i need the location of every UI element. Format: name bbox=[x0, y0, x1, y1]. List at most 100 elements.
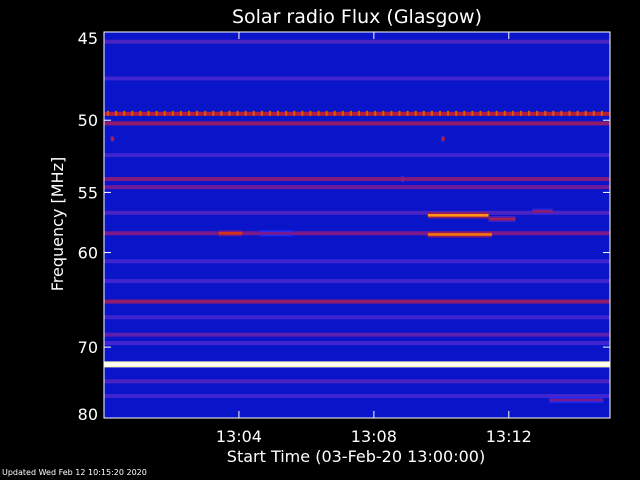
y-tick-label-3: 60 bbox=[78, 244, 98, 263]
emission-event-2 bbox=[488, 217, 516, 221]
periodic-spike-20 bbox=[268, 110, 271, 116]
periodic-spike-38 bbox=[414, 110, 417, 116]
periodic-spike-24 bbox=[301, 110, 304, 116]
periodic-spike-0 bbox=[107, 110, 110, 116]
frequency-band-3 bbox=[104, 121, 610, 126]
periodic-spike-13 bbox=[212, 110, 215, 116]
frequency-band-0 bbox=[104, 39, 610, 44]
periodic-spike-14 bbox=[220, 110, 223, 116]
periodic-spike-61 bbox=[600, 110, 603, 116]
periodic-spike-53 bbox=[536, 110, 539, 116]
periodic-spike-60 bbox=[592, 110, 595, 116]
periodic-spike-18 bbox=[252, 110, 255, 116]
periodic-spike-9 bbox=[179, 110, 182, 116]
periodic-spike-45 bbox=[471, 110, 474, 116]
periodic-spike-8 bbox=[171, 110, 174, 116]
periodic-spike-36 bbox=[398, 110, 401, 116]
spectrogram-svg: Solar radio Flux (Glasgow) 13:04 13:08 13:… bbox=[48, 6, 611, 466]
x-axis-label: Start Time (03-Feb-20 13:00:00) bbox=[227, 447, 485, 466]
periodic-spike-56 bbox=[560, 110, 563, 116]
periodic-spike-27 bbox=[325, 110, 328, 116]
periodic-spike-55 bbox=[552, 110, 555, 116]
periodic-spike-48 bbox=[495, 110, 498, 116]
periodic-spike-32 bbox=[366, 110, 369, 116]
plot-background bbox=[104, 32, 610, 418]
periodic-spike-26 bbox=[317, 110, 320, 116]
periodic-spike-52 bbox=[528, 110, 531, 116]
periodic-spike-54 bbox=[544, 110, 547, 116]
frequency-band-9 bbox=[104, 259, 610, 264]
periodic-spike-43 bbox=[455, 110, 458, 116]
frequency-band-16 bbox=[104, 379, 610, 384]
periodic-spike-46 bbox=[479, 110, 482, 116]
frequency-band-5 bbox=[104, 177, 610, 182]
frequency-band-12 bbox=[104, 315, 610, 320]
frequency-band-13 bbox=[104, 332, 610, 337]
periodic-spike-39 bbox=[422, 110, 425, 116]
x-tick-label-1: 13:08 bbox=[351, 427, 397, 446]
periodic-spike-49 bbox=[503, 110, 506, 116]
periodic-spike-25 bbox=[309, 110, 312, 116]
emission-event-1 bbox=[427, 233, 492, 236]
periodic-spike-5 bbox=[147, 110, 150, 116]
periodic-spike-51 bbox=[519, 110, 522, 116]
frequency-band-1 bbox=[104, 76, 610, 81]
periodic-spike-44 bbox=[463, 110, 466, 116]
periodic-spike-34 bbox=[382, 110, 385, 116]
periodic-spike-50 bbox=[511, 110, 514, 116]
periodic-spike-4 bbox=[139, 110, 142, 116]
periodic-spike-11 bbox=[196, 110, 199, 116]
periodic-spike-28 bbox=[333, 110, 336, 116]
periodic-spike-6 bbox=[155, 110, 158, 116]
periodic-spike-1 bbox=[115, 110, 118, 116]
y-tick-label-1: 50 bbox=[78, 111, 98, 130]
periodic-spike-47 bbox=[487, 110, 490, 116]
emission-event-0 bbox=[427, 213, 489, 217]
emission-event-4 bbox=[259, 231, 293, 235]
periodic-spike-19 bbox=[260, 110, 263, 116]
periodic-spike-2 bbox=[123, 110, 126, 116]
periodic-spike-33 bbox=[374, 110, 377, 116]
periodic-spike-31 bbox=[358, 110, 361, 116]
emission-event-8 bbox=[441, 137, 445, 141]
plot-area bbox=[104, 32, 610, 418]
periodic-spike-58 bbox=[576, 110, 579, 116]
chart-title: Solar radio Flux (Glasgow) bbox=[232, 6, 482, 28]
periodic-spike-3 bbox=[131, 110, 134, 116]
periodic-spike-30 bbox=[349, 110, 352, 116]
x-tick-label-0: 13:04 bbox=[216, 427, 262, 446]
emission-event-3 bbox=[218, 231, 243, 235]
updated-timestamp: Updated Wed Feb 12 10:15:20 2020 bbox=[2, 468, 147, 477]
y-tick-label-0: 45 bbox=[78, 29, 98, 48]
frequency-band-core-15 bbox=[104, 363, 610, 366]
spectrogram-chart: Solar radio Flux (Glasgow) 13:04 13:08 13:… bbox=[0, 0, 640, 480]
periodic-spike-16 bbox=[236, 110, 239, 116]
periodic-spike-37 bbox=[406, 110, 409, 116]
periodic-spike-41 bbox=[438, 110, 441, 116]
frequency-band-17 bbox=[104, 393, 610, 398]
emission-event-6 bbox=[549, 398, 604, 402]
frequency-band-14 bbox=[104, 341, 610, 346]
periodic-spike-29 bbox=[341, 110, 344, 116]
emission-event-5 bbox=[532, 210, 553, 213]
periodic-spike-57 bbox=[568, 110, 571, 116]
frequency-band-8 bbox=[104, 231, 610, 236]
periodic-spike-22 bbox=[285, 110, 288, 116]
x-tick-label-2: 13:12 bbox=[486, 427, 532, 446]
periodic-spike-59 bbox=[584, 110, 587, 116]
periodic-spike-10 bbox=[188, 110, 191, 116]
frequency-band-11 bbox=[104, 299, 610, 304]
periodic-spike-23 bbox=[293, 110, 296, 116]
periodic-spike-15 bbox=[228, 110, 231, 116]
periodic-spike-42 bbox=[447, 110, 450, 116]
frequency-band-10 bbox=[104, 279, 610, 284]
emission-event-7 bbox=[110, 137, 115, 141]
y-axis-label: Frequency [MHz] bbox=[48, 157, 67, 291]
periodic-spike-40 bbox=[430, 110, 433, 116]
periodic-spike-7 bbox=[163, 110, 166, 116]
periodic-spike-12 bbox=[204, 110, 207, 116]
periodic-spike-35 bbox=[390, 110, 393, 116]
periodic-spike-21 bbox=[277, 110, 280, 116]
frequency-band-2 bbox=[104, 111, 610, 116]
periodic-spike-17 bbox=[244, 110, 247, 116]
